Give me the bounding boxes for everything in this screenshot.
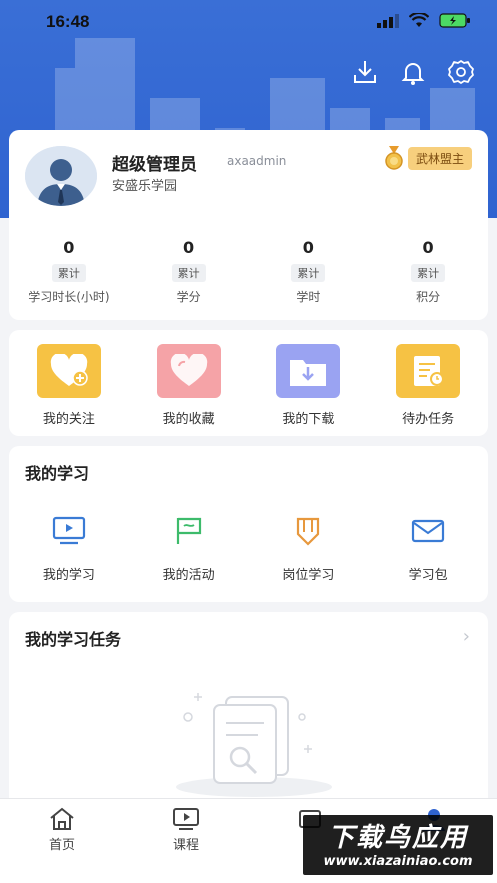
user-avatar-icon bbox=[25, 146, 97, 206]
chevron-right-icon[interactable]: › bbox=[463, 626, 470, 647]
stat-credits[interactable]: 0 累计 学分 bbox=[129, 238, 249, 305]
stat-tag: 累计 bbox=[51, 264, 86, 282]
tab-home[interactable]: 首页 bbox=[0, 799, 124, 883]
battery-icon bbox=[439, 13, 470, 28]
watermark-url: www.xiazainiao.com bbox=[323, 854, 473, 869]
quick-action-todo[interactable]: 待办任务 bbox=[368, 330, 488, 436]
quick-action-label: 我的关注 bbox=[42, 412, 95, 427]
learning-item-activities[interactable]: 我的活动 bbox=[129, 516, 249, 583]
flag-icon bbox=[176, 517, 201, 544]
stat-value: 0 bbox=[302, 238, 314, 257]
download-icon[interactable] bbox=[351, 58, 379, 86]
heart-plus-icon bbox=[36, 344, 101, 398]
stat-tag: 累计 bbox=[411, 264, 446, 282]
section-title: 我的学习 bbox=[25, 464, 90, 483]
signal-icon bbox=[377, 13, 399, 28]
learning-item-my-study[interactable]: 我的学习 bbox=[9, 516, 129, 583]
rank-badge-label: 武林盟主 bbox=[407, 146, 472, 170]
stat-value: 0 bbox=[183, 238, 195, 257]
medal-icon bbox=[385, 146, 403, 170]
stat-study-hours[interactable]: 0 累计 学习时长(小时) bbox=[9, 238, 129, 305]
stat-value: 0 bbox=[422, 238, 434, 257]
empty-state-icon bbox=[176, 693, 332, 797]
bell-icon[interactable] bbox=[399, 58, 427, 86]
my-learning-card: 我的学习 我的学习 我的活动 岗位学习 学习包 bbox=[9, 446, 488, 602]
stats-row: 0 累计 学习时长(小时) 0 累计 学分 0 累计 学时 0 累计 积分 bbox=[9, 238, 488, 305]
quick-action-label: 待办任务 bbox=[402, 412, 455, 427]
pencil-icon bbox=[297, 517, 320, 546]
heart-icon bbox=[156, 344, 221, 398]
quick-action-downloads[interactable]: 我的下载 bbox=[249, 330, 369, 436]
stat-label: 学时 bbox=[296, 290, 321, 304]
video-icon bbox=[52, 516, 85, 545]
task-doc-icon bbox=[396, 344, 461, 398]
tab-courses[interactable]: 课程 bbox=[124, 799, 248, 883]
avatar[interactable] bbox=[25, 146, 97, 206]
stat-label: 学分 bbox=[176, 290, 201, 304]
stat-value: 0 bbox=[63, 238, 75, 257]
quick-actions-card: 我的关注 我的收藏 我的下载 待办任务 bbox=[9, 330, 488, 436]
stat-points[interactable]: 0 累计 积分 bbox=[368, 238, 488, 305]
user-organization: 安盛乐学园 bbox=[112, 179, 178, 194]
watermark-logo: 下载鸟应用 www.xiazainiao.com bbox=[303, 815, 493, 875]
user-name: 超级管理员 bbox=[112, 155, 197, 175]
learning-item-position[interactable]: 岗位学习 bbox=[249, 516, 369, 583]
stat-class-hours[interactable]: 0 累计 学时 bbox=[249, 238, 369, 305]
quick-action-follow[interactable]: 我的关注 bbox=[9, 330, 129, 436]
learning-item-label: 学习包 bbox=[408, 568, 448, 583]
play-icon bbox=[173, 808, 199, 830]
stat-label: 积分 bbox=[416, 290, 441, 304]
envelope-icon bbox=[412, 519, 445, 543]
section-title: 我的学习任务 bbox=[25, 630, 122, 649]
download-folder-icon bbox=[276, 344, 341, 398]
user-account: axaadmin bbox=[227, 154, 287, 168]
status-bar: 16:48 bbox=[0, 0, 497, 46]
quick-action-label: 我的收藏 bbox=[162, 412, 215, 427]
home-icon bbox=[50, 807, 74, 830]
stat-tag: 累计 bbox=[171, 264, 206, 282]
status-time: 16:48 bbox=[46, 12, 90, 31]
learning-item-label: 岗位学习 bbox=[282, 568, 335, 583]
settings-icon[interactable] bbox=[447, 58, 475, 86]
watermark-title: 下载鸟应用 bbox=[327, 823, 468, 853]
tab-label: 首页 bbox=[48, 838, 75, 853]
learning-item-label: 我的学习 bbox=[42, 568, 95, 583]
rank-badge[interactable]: 武林盟主 bbox=[384, 146, 472, 170]
wifi-icon bbox=[409, 13, 429, 27]
stat-label: 学习时长(小时) bbox=[28, 290, 110, 304]
learning-item-label: 我的活动 bbox=[162, 568, 215, 583]
quick-action-label: 我的下载 bbox=[282, 412, 335, 427]
stat-tag: 累计 bbox=[291, 264, 326, 282]
quick-action-favorites[interactable]: 我的收藏 bbox=[129, 330, 249, 436]
profile-card: 超级管理员 axaadmin 安盛乐学园 武林盟主 0 累计 学习时长(小时) … bbox=[9, 130, 488, 320]
learning-item-package[interactable]: 学习包 bbox=[368, 516, 488, 583]
tab-label: 课程 bbox=[172, 838, 199, 853]
